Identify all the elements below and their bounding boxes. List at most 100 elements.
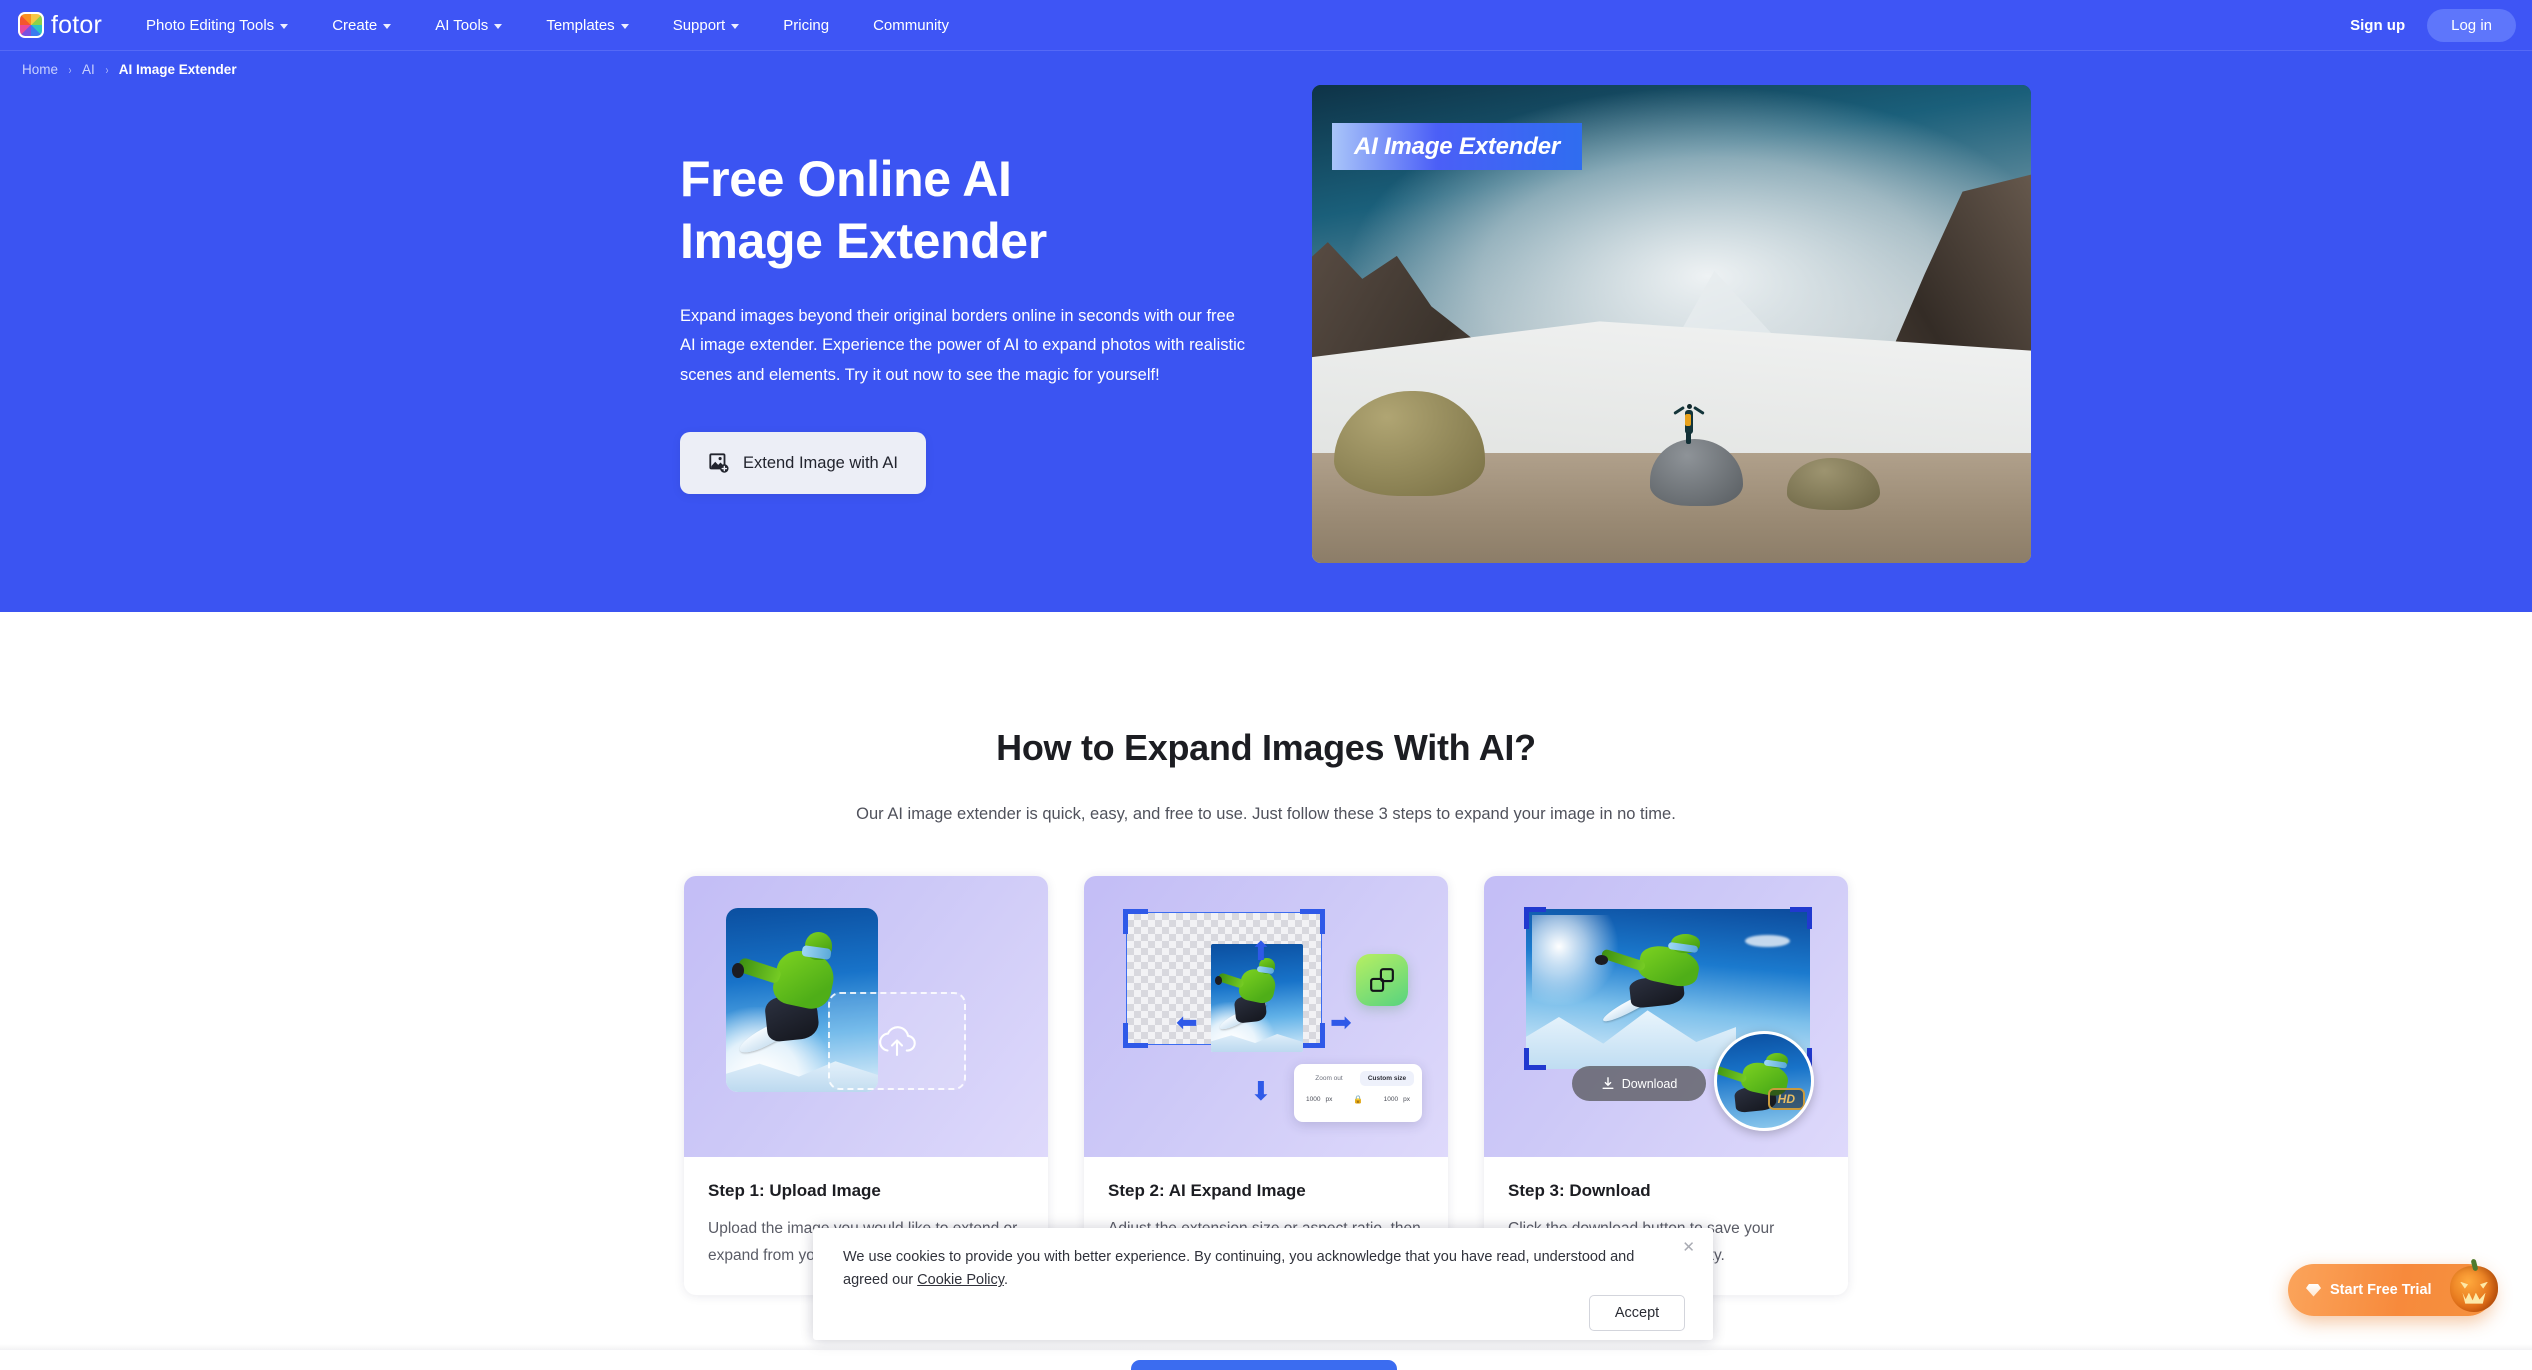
nav-item-create[interactable]: Create xyxy=(310,17,413,34)
hiker-backpack xyxy=(1685,413,1692,426)
nav-account-actions: Sign up Log in xyxy=(2334,0,2516,51)
close-icon[interactable]: ✕ xyxy=(1682,1240,1695,1255)
crop-corner-top-right xyxy=(1300,909,1325,934)
image-add-icon xyxy=(708,452,730,474)
width-unit: px xyxy=(1325,1096,1333,1103)
result-corner-top-right xyxy=(1790,907,1812,929)
lock-icon[interactable]: 🔒 xyxy=(1353,1095,1363,1104)
hero-copy: Free Online AI Image Extender Expand ima… xyxy=(680,148,1260,495)
nav-item-photo-editing-tools[interactable]: Photo Editing Tools xyxy=(124,17,310,34)
crop-corner-bottom-right xyxy=(1300,1023,1325,1048)
nav-item-support[interactable]: Support xyxy=(651,17,762,34)
cookie-text-after-link: . xyxy=(1003,1272,1008,1289)
breadcrumb-item-current: AI Image Extender xyxy=(118,62,237,77)
crop-corner-bottom-left xyxy=(1123,1023,1148,1048)
expand-arrow-down-icon: ⬇ xyxy=(1250,1076,1272,1106)
sign-up-button[interactable]: Sign up xyxy=(2334,10,2421,41)
hero-image: AI Image Extender xyxy=(1312,85,2031,563)
height-unit: px xyxy=(1403,1096,1410,1103)
fotor-logo-text: fotor xyxy=(51,10,103,39)
nav-label: Pricing xyxy=(783,16,830,34)
pumpkin-icon xyxy=(2450,1266,2498,1312)
pumpkin-eye-left xyxy=(2460,1281,2469,1289)
nav-label: Templates xyxy=(546,16,615,34)
nav-label: Support xyxy=(672,16,726,34)
step-3-title: Step 3: Download xyxy=(1508,1181,1651,1200)
log-in-button[interactable]: Log in xyxy=(2427,9,2516,42)
chevron-down-icon xyxy=(620,23,629,29)
snowboarder-arm xyxy=(1600,948,1647,972)
how-to-subtitle: Our AI image extender is quick, easy, an… xyxy=(856,805,1676,823)
tab-zoom-out[interactable]: Zoom out xyxy=(1302,1071,1356,1086)
fotor-logo[interactable]: fotor xyxy=(18,12,102,38)
pumpkin-mouth xyxy=(2462,1292,2486,1304)
resize-tool-button[interactable] xyxy=(1356,954,1408,1006)
chevron-down-icon xyxy=(494,23,503,29)
top-navigation-bar: fotor Photo Editing Tools Create AI Tool… xyxy=(0,0,2532,51)
result-corner-bottom-left xyxy=(1524,1048,1546,1070)
hero-image-badge-label: AI Image Extender xyxy=(1354,132,1561,160)
step-2-title: Step 2: AI Expand Image xyxy=(1108,1181,1306,1200)
detail-zoom-bubble: HD xyxy=(1714,1031,1814,1131)
cookie-consent-banner: ✕ We use cookies to provide you with bet… xyxy=(813,1228,1713,1340)
how-to-title: How to Expand Images With AI? xyxy=(996,727,1536,768)
breadcrumb-item-ai[interactable]: AI xyxy=(82,62,95,77)
hero-section: fotor Photo Editing Tools Create AI Tool… xyxy=(0,0,2532,612)
chevron-down-icon xyxy=(383,23,392,29)
snowboarder-arm xyxy=(1717,1064,1748,1083)
step-1-title: Step 1: Upload Image xyxy=(708,1181,881,1200)
width-field[interactable]: 1000 px xyxy=(1306,1096,1332,1103)
start-free-trial-button[interactable]: Start Free Trial xyxy=(2288,1264,2498,1316)
width-value: 1000 xyxy=(1306,1096,1321,1103)
fotor-logo-icon xyxy=(18,12,44,38)
section-divider xyxy=(0,1344,2532,1350)
tab-custom-size[interactable]: Custom size xyxy=(1360,1071,1414,1086)
cloud-upload-icon xyxy=(876,1025,918,1057)
chevron-down-icon xyxy=(731,23,740,29)
pumpkin-eye-right xyxy=(2480,1282,2488,1289)
breadcrumb-separator-icon: › xyxy=(68,62,72,77)
gem-icon xyxy=(2306,1283,2321,1297)
hero-image-badge: AI Image Extender xyxy=(1332,123,1583,170)
nav-item-templates[interactable]: Templates xyxy=(524,17,650,34)
expand-resize-icon xyxy=(1369,967,1395,993)
extend-image-with-ai-button[interactable]: Extend Image with AI xyxy=(680,432,926,495)
cookie-policy-link[interactable]: Cookie Policy xyxy=(917,1272,1004,1288)
nav-label: AI Tools xyxy=(435,16,489,34)
crop-corner-top-left xyxy=(1123,909,1148,934)
size-mode-tabs: Zoom out Custom size xyxy=(1302,1071,1414,1086)
nav-item-pricing[interactable]: Pricing xyxy=(761,17,851,34)
chevron-down-icon xyxy=(280,23,289,29)
nav-label: Community xyxy=(873,16,949,34)
expand-arrow-right-icon: ➡ xyxy=(1330,1007,1352,1037)
nav-label: Create xyxy=(332,16,378,34)
breadcrumb: Home › AI › AI Image Extender xyxy=(22,62,237,77)
upload-dropzone[interactable] xyxy=(828,992,966,1090)
height-value: 1000 xyxy=(1383,1096,1399,1103)
breadcrumb-item-home[interactable]: Home xyxy=(22,62,58,77)
step-2-illustration: ⬆ ⬇ ⬅ ➡ Zoom out Custom size 1000 px 🔒 1… xyxy=(1084,876,1448,1157)
nav-item-ai-tools[interactable]: AI Tools xyxy=(413,17,524,34)
cloud xyxy=(1744,934,1791,948)
cookie-consent-text: We use cookies to provide you with bette… xyxy=(843,1246,1671,1293)
start-free-trial-label: Start Free Trial xyxy=(2330,1282,2432,1298)
step-3-illustration: Download HD xyxy=(1484,876,1848,1157)
download-label: Download xyxy=(1621,1076,1678,1091)
hiker-head xyxy=(1686,403,1692,409)
snowboarder-glove xyxy=(732,963,745,978)
nav-label: Photo Editing Tools xyxy=(146,16,275,34)
snowboarder-glove xyxy=(1594,955,1608,965)
height-field[interactable]: 1000 px xyxy=(1384,1096,1410,1103)
accept-cookies-button[interactable]: Accept xyxy=(1589,1295,1685,1331)
nav-item-community[interactable]: Community xyxy=(851,17,971,34)
download-button[interactable]: Download xyxy=(1572,1066,1706,1101)
next-section-cta-button[interactable] xyxy=(1131,1360,1397,1370)
hd-quality-badge: HD xyxy=(1767,1088,1805,1110)
snowboarder-closeup xyxy=(1717,1040,1811,1128)
result-corner-top-left xyxy=(1524,907,1546,929)
expand-arrow-up-icon: ⬆ xyxy=(1250,936,1272,966)
expand-arrow-left-icon: ⬅ xyxy=(1176,1007,1198,1037)
step-1-illustration xyxy=(684,876,1048,1157)
hero-hiker-figure xyxy=(1673,403,1706,444)
download-icon xyxy=(1601,1076,1615,1091)
